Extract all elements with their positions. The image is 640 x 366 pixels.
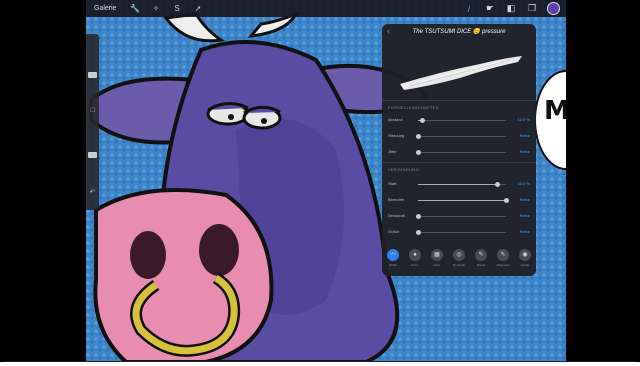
tab-label: Strich <box>389 263 397 267</box>
modify-button[interactable]: □ <box>88 106 97 115</box>
panel-header: ‹ The TSUTSUMI DICE 😊 pressure <box>382 24 536 40</box>
setting-row[interactable]: Start 33.0 % <box>388 180 530 190</box>
layers-icon[interactable]: ❐ <box>526 3 538 15</box>
brush-size-slider[interactable] <box>88 72 97 78</box>
setting-label: Streuung <box>388 133 405 138</box>
setting-label: Jitter <box>388 149 397 154</box>
divider <box>382 100 536 101</box>
left-sidebar: □ ↶ <box>86 34 99 210</box>
tab-label: Allgemein <box>496 263 510 267</box>
tab-stroke[interactable]: 〰 Strich <box>384 249 402 273</box>
general-icon: ✎ <box>497 249 509 261</box>
procreate-screen: M Galerie 🔧 ✧ S ➚ / ☛ ◧ ❐ □ ↶ ‹ The TSUT… <box>86 0 566 362</box>
tab-label: Form <box>411 263 419 267</box>
setting-row[interactable]: Größe Keine <box>388 228 530 238</box>
gallery-button[interactable]: Galerie <box>94 5 117 12</box>
setting-row[interactable]: Streuung Keine <box>388 132 530 142</box>
section-title-taper: VERJÜNGUNG <box>388 167 420 172</box>
setting-row[interactable]: Beenden Keine <box>388 196 530 206</box>
setting-slider[interactable] <box>416 150 506 155</box>
brush-settings-panel: ‹ The TSUTSUMI DICE 😊 pressure FORMEIGEN… <box>382 24 536 276</box>
tab-label: Quelle <box>520 263 530 267</box>
setting-label: Beenden <box>388 197 405 202</box>
setting-row[interactable]: Deckkraft Keine <box>388 212 530 222</box>
setting-value: Keine <box>519 149 530 154</box>
undo-icon[interactable]: ↶ <box>88 188 97 197</box>
setting-label: Deckkraft <box>388 213 405 218</box>
tab-label: Dynamik <box>453 263 465 267</box>
tab-general[interactable]: ✎ Allgemein <box>494 249 512 273</box>
dynamics-icon: ◎ <box>453 249 465 261</box>
setting-label: Start <box>388 181 397 186</box>
tab-pencil[interactable]: ✎ Pencil <box>472 249 490 273</box>
magic-wand-icon[interactable]: ✧ <box>150 2 163 15</box>
tab-shape[interactable]: ● Form <box>406 249 424 273</box>
stroke-icon: 〰 <box>387 249 399 261</box>
setting-row[interactable]: Abstand 12.9 % <box>388 116 530 126</box>
setting-slider[interactable] <box>418 182 506 187</box>
setting-value: 33.0 % <box>517 181 530 186</box>
grain-icon: ▦ <box>431 249 443 261</box>
opacity-slider[interactable] <box>88 152 97 158</box>
tab-label: Pencil <box>476 263 486 267</box>
bottom-rule <box>6 361 634 362</box>
setting-label: Abstand <box>388 117 403 122</box>
eraser-icon[interactable]: ◧ <box>505 3 517 15</box>
tab-dynamics[interactable]: ◎ Dynamik <box>450 249 468 273</box>
tab-source[interactable]: ◉ Quelle <box>516 249 534 273</box>
setting-slider[interactable] <box>416 230 506 235</box>
setting-slider[interactable] <box>418 198 509 203</box>
brush-category-tabs: 〰 Strich ● Form ▦ Korn ◎ Dynamik ✎ Penci… <box>382 249 536 273</box>
setting-label: Größe <box>388 229 400 234</box>
setting-value: Keine <box>519 213 530 218</box>
section-title-shape: FORMEIGENSCHAFTEN <box>388 105 439 110</box>
brush-title: The TSUTSUMI DICE 😊 pressure <box>412 29 506 35</box>
brush-icon[interactable]: / <box>463 3 475 15</box>
divider <box>382 162 536 163</box>
setting-value: 12.9 % <box>517 117 530 122</box>
tab-label: Korn <box>433 263 441 267</box>
source-icon: ◉ <box>519 249 531 261</box>
color-picker-button[interactable] <box>547 2 560 15</box>
pencil-icon: ✎ <box>475 249 487 261</box>
speech-bubble-text: M <box>544 96 566 126</box>
setting-value: Keine <box>519 229 530 234</box>
smudge-icon[interactable]: ☛ <box>484 3 496 15</box>
shape-icon: ● <box>409 249 421 261</box>
setting-value: Keine <box>519 197 530 202</box>
setting-slider[interactable] <box>416 134 506 139</box>
transform-icon[interactable]: ➚ <box>192 2 205 15</box>
wrench-icon[interactable]: 🔧 <box>129 2 142 15</box>
setting-slider[interactable] <box>416 214 506 219</box>
setting-row[interactable]: Jitter Keine <box>388 148 530 158</box>
setting-value: Keine <box>519 133 530 138</box>
right-tools: / ☛ ◧ ❐ <box>463 2 560 15</box>
brush-stroke-preview <box>400 56 522 90</box>
top-toolbar: Galerie 🔧 ✧ S ➚ / ☛ ◧ ❐ <box>86 0 566 17</box>
setting-slider[interactable] <box>418 118 506 123</box>
tab-grain[interactable]: ▦ Korn <box>428 249 446 273</box>
selection-icon[interactable]: S <box>171 2 184 15</box>
